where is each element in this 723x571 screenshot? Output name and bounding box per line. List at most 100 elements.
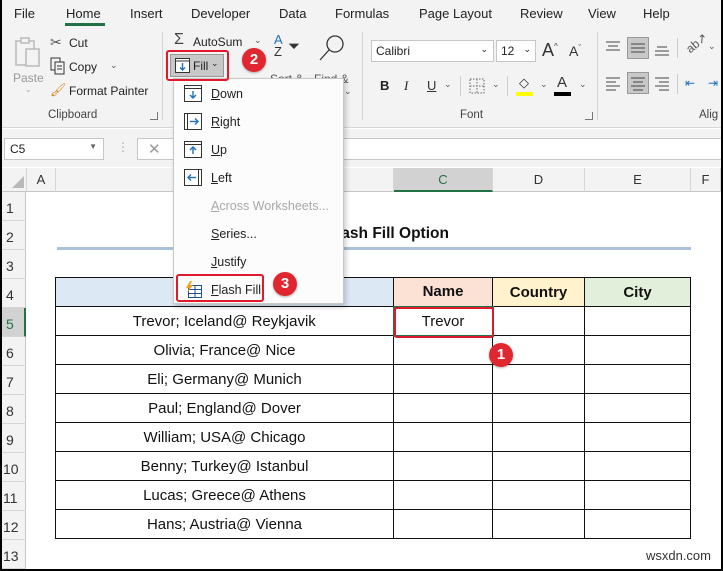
underline-button[interactable]: U	[427, 78, 436, 93]
menu-item-series[interactable]: Series...	[174, 221, 343, 247]
align-left-button[interactable]	[605, 75, 623, 93]
align-top-button[interactable]	[605, 40, 623, 58]
tab-developer[interactable]: Developer	[191, 6, 250, 21]
font-color-button[interactable]: A	[554, 74, 574, 97]
cell-country[interactable]	[492, 306, 585, 336]
cell-source[interactable]: Olivia; France@ Nice	[55, 335, 394, 365]
increase-indent-icon[interactable]: ⇥	[708, 76, 718, 90]
row-header[interactable]: 1	[2, 192, 26, 221]
paste-dropdown-icon[interactable]: ⌄	[25, 85, 32, 94]
cell-name[interactable]	[393, 335, 493, 365]
cancel-icon[interactable]: ✕	[148, 140, 161, 158]
menu-item-left[interactable]: Left	[174, 165, 343, 191]
cell-source[interactable]: Benny; Turkey@ Istanbul	[55, 451, 394, 481]
cell-name[interactable]	[393, 480, 493, 510]
decrease-font-size-icon[interactable]: Aˇ	[569, 43, 581, 59]
worksheet[interactable]: lash Fill Option Name Name Country City …	[27, 193, 721, 569]
font-color-dropdown-icon[interactable]: ⌄	[579, 79, 587, 90]
row-header[interactable]: 8	[2, 395, 26, 424]
header-country[interactable]: Country	[492, 277, 585, 307]
align-middle-button[interactable]	[627, 37, 649, 59]
row-header[interactable]: 10	[2, 453, 26, 482]
column-header-f[interactable]: F	[691, 168, 721, 192]
cell-city[interactable]	[584, 509, 691, 539]
tab-home[interactable]: Home	[66, 6, 101, 21]
menu-item-right[interactable]: Right	[174, 109, 343, 135]
row-header[interactable]: 7	[2, 366, 26, 395]
find-dropdown-icon[interactable]: ⌄	[344, 86, 352, 97]
cell-city[interactable]	[584, 451, 691, 481]
tab-view[interactable]: View	[588, 6, 616, 21]
cell-source[interactable]: William; USA@ Chicago	[55, 422, 394, 452]
select-all-button[interactable]	[2, 168, 27, 192]
column-header-e[interactable]: E	[585, 168, 691, 192]
borders-icon[interactable]	[469, 78, 485, 94]
name-box[interactable]: C5 ▼	[4, 138, 104, 160]
column-header-c[interactable]: C	[394, 168, 493, 192]
row-header[interactable]: 9	[2, 424, 26, 453]
align-center-button[interactable]	[627, 72, 649, 94]
tab-file[interactable]: File	[14, 6, 35, 21]
autosum-dropdown-icon[interactable]: ⌄	[254, 35, 262, 46]
cell-country[interactable]	[492, 509, 585, 539]
font-name-select[interactable]: Calibri ⌄	[371, 40, 494, 62]
row-header[interactable]: 13	[2, 540, 26, 569]
cell-country[interactable]	[492, 422, 585, 452]
clipboard-launcher-icon[interactable]	[150, 112, 158, 120]
menu-item-justify[interactable]: Justify	[174, 249, 343, 275]
decrease-indent-icon[interactable]: ⇤	[685, 76, 695, 90]
increase-font-size-icon[interactable]: A^	[542, 40, 558, 61]
cell-city[interactable]	[584, 306, 691, 336]
row-header[interactable]: 4	[2, 279, 26, 308]
cell-city[interactable]	[584, 364, 691, 394]
cell-country[interactable]	[492, 451, 585, 481]
tab-help[interactable]: Help	[643, 6, 670, 21]
row-header-selected[interactable]: 5	[2, 308, 26, 337]
cell-name[interactable]	[393, 393, 493, 423]
header-city[interactable]: City	[584, 277, 691, 307]
cell-source[interactable]: Paul; England@ Dover	[55, 393, 394, 423]
tab-formulas[interactable]: Formulas	[335, 6, 389, 21]
cell-country[interactable]	[492, 393, 585, 423]
row-header[interactable]: 6	[2, 337, 26, 366]
row-header[interactable]: 3	[2, 250, 26, 279]
drag-handle-icon[interactable]: ⋮	[117, 140, 129, 154]
header-name[interactable]: Name	[393, 277, 493, 307]
copy-dropdown-icon[interactable]: ⌄	[110, 60, 118, 71]
cell-source[interactable]: Hans; Austria@ Vienna	[55, 509, 394, 539]
menu-item-up[interactable]: Up	[174, 137, 343, 163]
sort-filter-button[interactable]: AZ ⏷ Sort &	[270, 33, 308, 86]
cell-name[interactable]	[393, 422, 493, 452]
cell-city[interactable]	[584, 335, 691, 365]
row-header[interactable]: 12	[2, 511, 26, 540]
align-bottom-button[interactable]	[654, 42, 672, 60]
tab-page-layout[interactable]: Page Layout	[419, 6, 492, 21]
borders-dropdown-icon[interactable]: ⌄	[492, 79, 500, 90]
tab-data[interactable]: Data	[279, 6, 306, 21]
align-right-button[interactable]	[654, 75, 672, 93]
row-header[interactable]: 11	[2, 482, 26, 511]
bold-button[interactable]: B	[380, 78, 389, 93]
cell-name[interactable]	[393, 509, 493, 539]
cell-name[interactable]	[393, 451, 493, 481]
row-header[interactable]: 2	[2, 221, 26, 250]
fill-color-dropdown-icon[interactable]: ⌄	[540, 79, 548, 90]
orientation-icon[interactable]: ab↗	[683, 30, 710, 56]
column-header-a[interactable]: A	[27, 168, 56, 192]
cell-city[interactable]	[584, 480, 691, 510]
menu-item-down[interactable]: Down	[174, 81, 343, 107]
paste-button[interactable]: Paste ⌄	[10, 34, 44, 94]
cell-name[interactable]	[393, 364, 493, 394]
cell-source[interactable]: Eli; Germany@ Munich	[55, 364, 394, 394]
column-header-d[interactable]: D	[493, 168, 585, 192]
fill-color-button[interactable]: ◇	[516, 75, 536, 97]
underline-dropdown-icon[interactable]: ⌄	[444, 79, 452, 90]
cell-city[interactable]	[584, 422, 691, 452]
cell-country[interactable]	[492, 480, 585, 510]
italic-button[interactable]: I	[404, 78, 408, 94]
menu-item-across-worksheets[interactable]: Across Worksheets...	[174, 193, 343, 219]
cell-source[interactable]: Trevor; Iceland@ Reykjavik	[55, 306, 394, 336]
tab-review[interactable]: Review	[520, 6, 563, 21]
font-launcher-icon[interactable]	[585, 112, 593, 120]
cell-city[interactable]	[584, 393, 691, 423]
